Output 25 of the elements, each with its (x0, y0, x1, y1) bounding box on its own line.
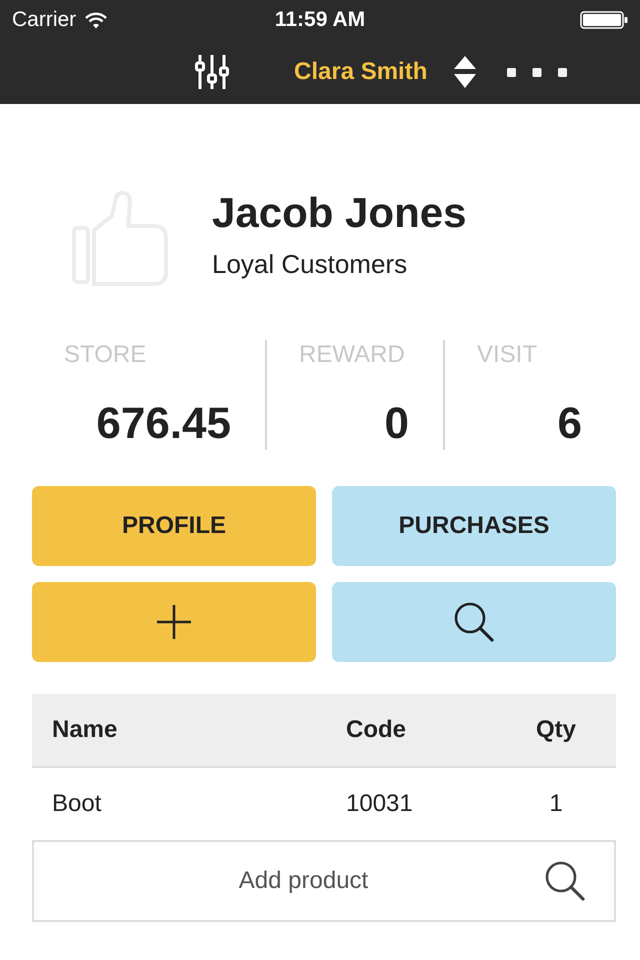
search-icon (454, 602, 494, 642)
action-button[interactable]: PURCHASES (332, 486, 616, 566)
status-time: 11:59 AM (274, 8, 366, 32)
action-button[interactable]: PROFILE (32, 486, 316, 566)
battery-icon (580, 11, 628, 29)
stat-value: 676.45 (96, 398, 231, 450)
add-product-field[interactable]: Add product (32, 840, 616, 922)
customer-name: Jacob Jones (212, 188, 466, 238)
column-header: Name (52, 716, 118, 744)
sliders-icon[interactable] (194, 54, 230, 90)
sort-icon[interactable] (453, 55, 478, 89)
nav-title[interactable]: Clara Smith (294, 58, 428, 86)
column-header: Code (346, 716, 406, 744)
stat-value: 6 (558, 398, 582, 450)
table-cell: 10031 (346, 790, 413, 818)
table-cell: 1 (549, 790, 563, 818)
table-cell: Boot (52, 790, 102, 818)
search-icon (545, 861, 585, 901)
customer-group: Loyal Customers (212, 246, 466, 282)
wifi-icon (85, 12, 108, 28)
carrier-label: Carrier (12, 8, 76, 32)
more-icon[interactable] (507, 68, 568, 76)
stat-value: 0 (384, 398, 409, 450)
plus-icon (156, 604, 192, 640)
column-header: Qty (536, 716, 576, 744)
